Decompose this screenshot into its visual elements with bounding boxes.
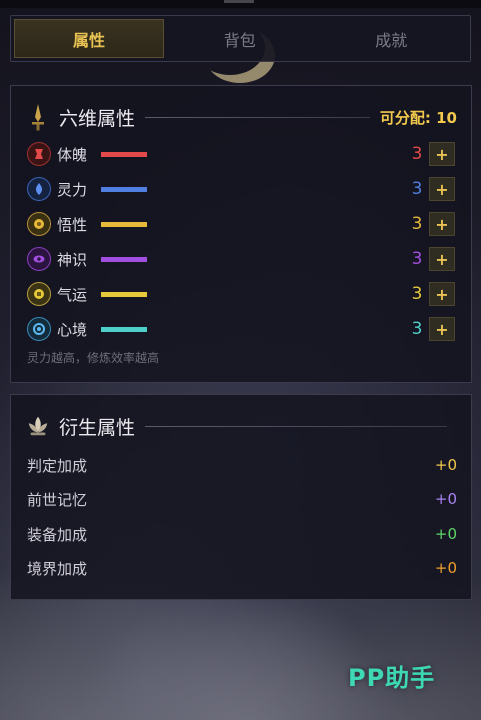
stat-name: 体魄 [57, 145, 88, 164]
stat-value: 3 [411, 179, 423, 199]
increase-mind-button[interactable]: + [429, 317, 455, 341]
tab-bar: 属性 背包 成就 [10, 15, 471, 62]
mind-icon [27, 317, 51, 341]
derived-row-judgement: 判定加成 +0 [27, 453, 457, 477]
stat-row-fortune: 气运 3 + [27, 280, 455, 308]
derived-value: +0 [434, 559, 457, 577]
top-strip-mark [224, 0, 254, 3]
primary-attributes-title: 六维属性 [59, 107, 136, 130]
stat-value: 3 [411, 249, 423, 269]
stat-bar [101, 326, 147, 332]
derived-row-equipment: 装备加成 +0 [27, 522, 457, 546]
stat-value: 3 [411, 214, 423, 234]
tab-achievements[interactable]: 成就 [316, 19, 468, 58]
top-strip [0, 0, 481, 8]
primary-attributes-header: 六维属性 可分配: 10 [25, 100, 457, 134]
stat-bar [101, 291, 147, 297]
derived-value: +0 [434, 456, 457, 474]
allocatable-value: 10 [436, 108, 457, 127]
stat-value: 3 [411, 319, 423, 339]
stat-row-sense: 神识 3 + [27, 245, 455, 273]
increase-insight-button[interactable]: + [429, 212, 455, 236]
derived-row-realm: 境界加成 +0 [27, 556, 457, 580]
attribute-hint: 灵力越高，修炼效率越高 [27, 351, 160, 365]
derived-name: 判定加成 [27, 456, 88, 475]
tab-inventory[interactable]: 背包 [164, 19, 316, 58]
stat-row-insight: 悟性 3 + [27, 210, 455, 238]
lotus-icon [25, 411, 51, 441]
sense-icon [27, 247, 51, 271]
header-divider [145, 116, 370, 118]
fortune-icon [27, 282, 51, 306]
derived-attributes-title: 衍生属性 [59, 416, 136, 439]
stat-value: 3 [411, 284, 423, 304]
derived-value: +0 [434, 525, 457, 543]
stat-value: 3 [411, 144, 423, 164]
stat-bar [101, 256, 147, 262]
derived-value: +0 [434, 490, 457, 508]
derived-name: 装备加成 [27, 525, 88, 544]
sword-icon [25, 102, 51, 132]
derived-name: 境界加成 [27, 559, 88, 578]
derived-attributes-header: 衍生属性 [25, 409, 457, 443]
insight-icon [27, 212, 51, 236]
stat-bar [101, 151, 147, 157]
increase-fortune-button[interactable]: + [429, 282, 455, 306]
derived-row-past-memory: 前世记忆 +0 [27, 487, 457, 511]
derived-attributes-panel: 衍生属性 判定加成 +0 前世记忆 +0 装备加成 +0 境界加成 +0 [10, 394, 472, 600]
increase-sense-button[interactable]: + [429, 247, 455, 271]
increase-body-button[interactable]: + [429, 142, 455, 166]
stat-row-spirit: 灵力 3 + [27, 175, 455, 203]
stat-name: 悟性 [57, 215, 88, 234]
allocatable-points: 可分配: 10 [380, 107, 457, 128]
increase-spirit-button[interactable]: + [429, 177, 455, 201]
stat-bar [101, 221, 147, 227]
stat-name: 气运 [57, 285, 88, 304]
pp-assistant-watermark: PP助手 [348, 664, 436, 692]
spirit-icon [27, 177, 51, 201]
body-icon [27, 142, 51, 166]
stat-name: 灵力 [57, 180, 88, 199]
primary-attributes-panel: 六维属性 可分配: 10 体魄 3 + 灵力 3 + 悟性 3 + 神识 3 +… [10, 85, 472, 383]
stat-name: 神识 [57, 250, 88, 269]
tab-attributes[interactable]: 属性 [14, 19, 164, 58]
allocatable-label: 可分配: [379, 108, 431, 127]
stat-row-mind: 心境 3 + [27, 315, 455, 343]
stat-row-body: 体魄 3 + [27, 140, 455, 168]
derived-name: 前世记忆 [27, 490, 88, 509]
header-divider [145, 425, 447, 427]
stat-name: 心境 [57, 320, 88, 339]
stat-bar [101, 186, 147, 192]
